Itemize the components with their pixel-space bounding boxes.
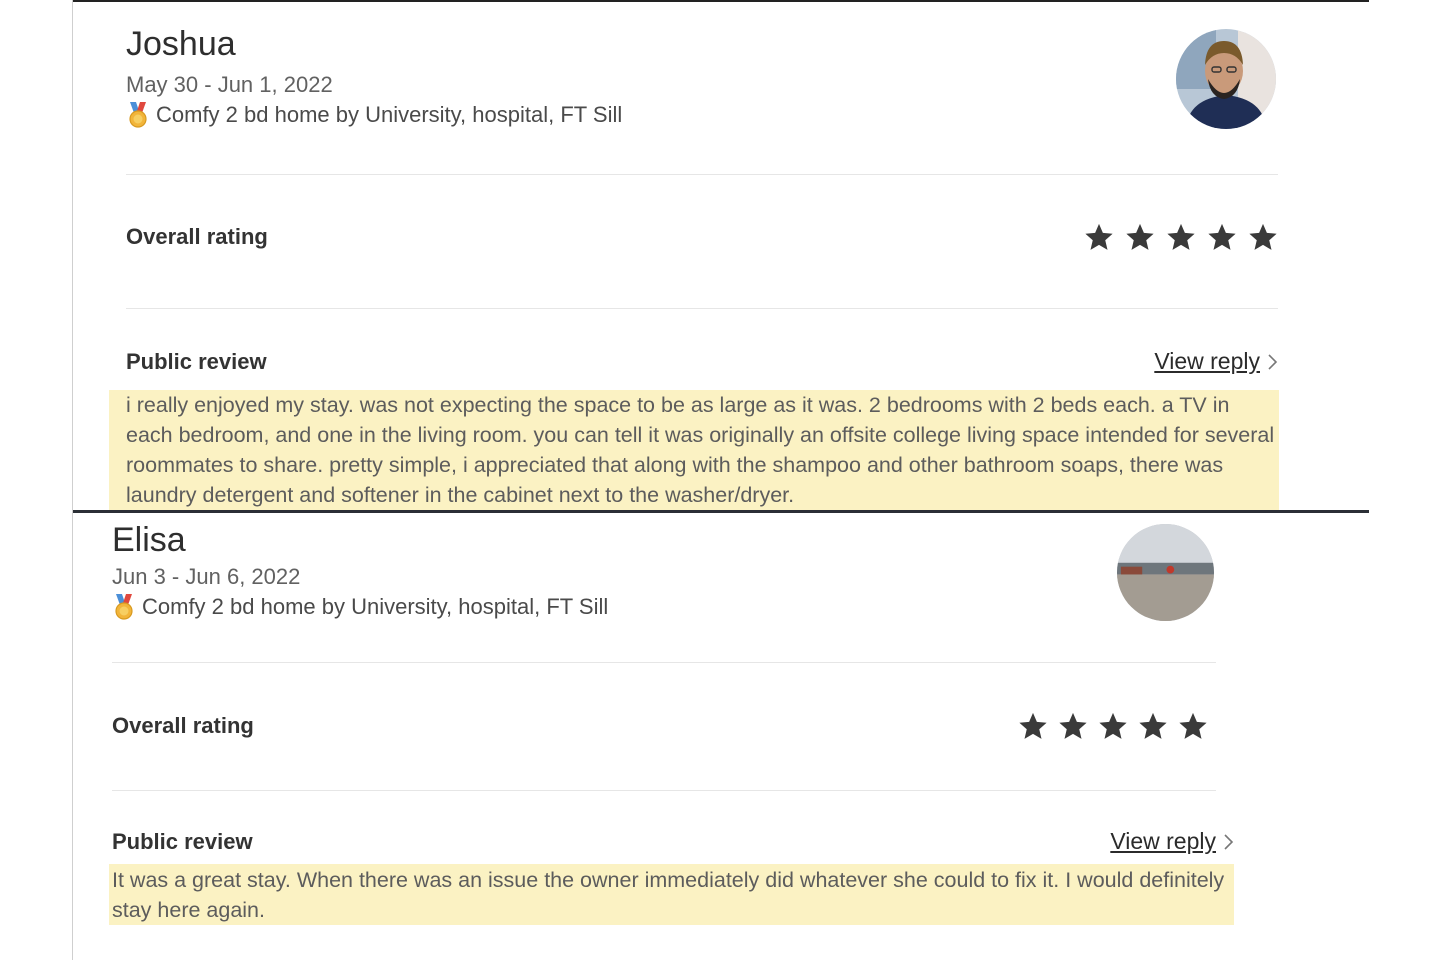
listing-title: Comfy 2 bd home by University, hospital,… [142, 594, 609, 619]
star-icon [1208, 223, 1236, 250]
star-icon [1059, 712, 1087, 739]
star-icon [1139, 712, 1167, 739]
view-reply-link[interactable]: View reply [1110, 828, 1216, 855]
view-reply-button[interactable]: View reply [1110, 828, 1234, 855]
view-reply-button[interactable]: View reply [1154, 348, 1278, 375]
public-review-header: Public review View reply [126, 348, 1278, 375]
star-icon [1019, 712, 1047, 739]
section-divider [126, 308, 1278, 309]
listing-line: Comfy 2 bd home by University, hospital,… [112, 592, 1216, 622]
chevron-right-icon [1268, 353, 1278, 370]
view-reply-link[interactable]: View reply [1154, 348, 1260, 375]
overall-rating-label: Overall rating [126, 224, 268, 249]
public-review-label: Public review [112, 828, 253, 854]
guest-name: Joshua [126, 25, 236, 63]
medal-icon [115, 594, 133, 620]
medal-icon [129, 102, 147, 128]
page-left-border [72, 0, 73, 960]
review-card-joshua: Joshua May 30 - Jun 1, 2022 Comfy 2 bd h… [109, 22, 1279, 513]
star-icon [1167, 223, 1195, 250]
avatar[interactable] [1117, 524, 1214, 621]
stay-dates: Jun 3 - Jun 6, 2022 [112, 564, 301, 589]
card-separator [73, 510, 1369, 513]
review-card-elisa: Elisa Jun 3 - Jun 6, 2022 Comfy 2 bd hom… [109, 518, 1234, 925]
guest-name: Elisa [112, 521, 186, 559]
overall-rating-label: Overall rating [112, 713, 254, 738]
overall-rating-row: Overall rating [126, 222, 1278, 252]
star-icon [1179, 712, 1207, 739]
stay-dates: May 30 - Jun 1, 2022 [126, 72, 333, 97]
review-text: It was a great stay. When there was an i… [109, 864, 1234, 925]
section-divider [112, 790, 1216, 791]
avatar[interactable] [1176, 29, 1276, 129]
public-review-header: Public review View reply [112, 828, 1234, 855]
listing-line: Comfy 2 bd home by University, hospital,… [126, 100, 1278, 130]
listing-title: Comfy 2 bd home by University, hospital,… [156, 102, 623, 127]
star-icon [1099, 712, 1127, 739]
star-icon [1126, 223, 1154, 250]
section-divider [112, 662, 1216, 663]
review-text: i really enjoyed my stay. was not expect… [109, 390, 1279, 513]
section-divider [126, 174, 1278, 175]
overall-rating-row: Overall rating [112, 711, 1216, 741]
star-rating [1018, 711, 1208, 741]
star-icon [1249, 223, 1277, 250]
chevron-right-icon [1224, 833, 1234, 850]
public-review-label: Public review [126, 348, 267, 374]
top-separator [73, 0, 1369, 2]
star-icon [1085, 223, 1113, 250]
star-rating [1084, 222, 1278, 252]
